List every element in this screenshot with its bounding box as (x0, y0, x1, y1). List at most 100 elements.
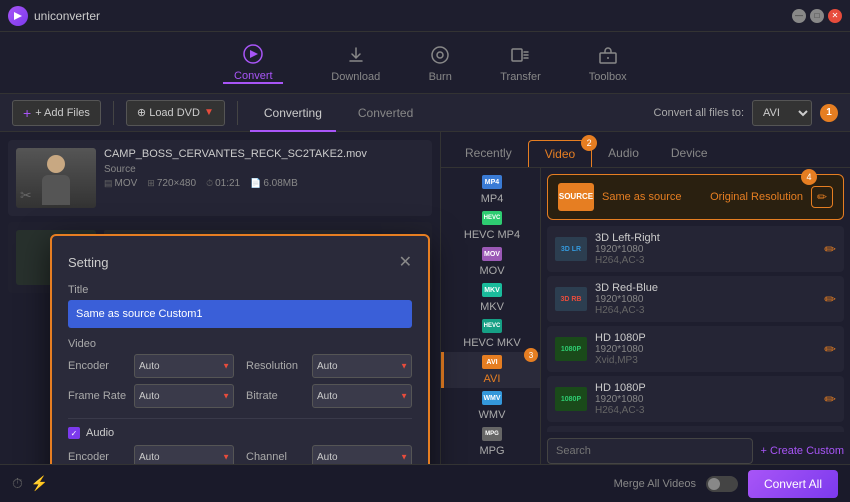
load-dvd-button[interactable]: ⊕ Load DVD ▼ (126, 100, 225, 126)
mp4-icon: MP4 (482, 175, 502, 189)
preset-3d-lr-edit[interactable]: ✏ (824, 241, 836, 258)
audio-checkbox-row: ✓ Audio (68, 427, 412, 439)
search-row: + Create Custom (541, 432, 850, 464)
file-info-1: CAMP_BOSS_CERVANTES_RECK_SC2TAKE2.mov So… (104, 148, 424, 189)
format-mp4[interactable]: MP4 MP4 (441, 172, 540, 208)
mkv-icon: MKV (482, 283, 502, 297)
preset-3d-rb-edit[interactable]: ✏ (824, 291, 836, 308)
toolbar-divider (113, 101, 114, 125)
format-mkv[interactable]: MKV MKV (441, 280, 540, 316)
preset-hd-1080p-h264: 1080P HD 1080P 1920*1080 H264,AC-3 ✏ (547, 376, 844, 422)
nav-download[interactable]: Download (331, 43, 380, 83)
wmv-label: WMV (479, 409, 506, 421)
source-label: Source (104, 164, 424, 175)
format-mov[interactable]: MOV MOV (441, 244, 540, 280)
resolution-row: Resolution Auto ▼ (246, 354, 412, 378)
add-files-button[interactable]: + + Add Files (12, 100, 101, 126)
file-item-1: ✂ CAMP_BOSS_CERVANTES_RECK_SC2TAKE2.mov … (8, 140, 432, 216)
title-controls: — □ ✕ (792, 9, 842, 23)
encoder-select[interactable]: Auto (134, 354, 234, 378)
bottom-bar: ⏱ ⚡ Merge All Videos Convert All (0, 464, 850, 502)
format-tabs: Recently Video 2 Audio Device (441, 132, 850, 168)
divider (68, 418, 412, 419)
channel-select-wrap: Auto ▼ (312, 445, 412, 464)
audio-settings-grid: Encoder Auto ▼ Channel (68, 445, 412, 464)
preset-same-as-source: Same as source (602, 191, 702, 203)
preset-hd-1080p-xvid: 1080P HD 1080P 1920*1080 Xvid,MP3 ✏ (547, 326, 844, 372)
hevc-mp4-label: HEVC MP4 (464, 229, 520, 241)
lightning-icon[interactable]: ⚡ (31, 475, 48, 492)
merge-toggle[interactable] (706, 476, 738, 492)
channel-select[interactable]: Auto (312, 445, 412, 464)
preset-hd-1080p-xvid-edit[interactable]: ✏ (824, 341, 836, 358)
tab-device[interactable]: Device (655, 140, 724, 167)
setting-dialog: Setting ✕ Title Video Encoder (50, 234, 430, 464)
video-settings-grid: Encoder Auto ▼ Resolution (68, 354, 412, 408)
preset-hd-1080p-h264-res: 1920*1080 (595, 394, 816, 405)
tab-audio[interactable]: Audio (592, 140, 655, 167)
preset-hd-1080p-xvid-codec: Xvid,MP3 (595, 355, 816, 366)
tab-converted[interactable]: Converted (344, 94, 427, 132)
hevc-mp4-icon: HEVC (482, 211, 502, 225)
format-avi[interactable]: AVI AVI 3 (441, 352, 540, 388)
3d-rb-icon: 3D RB (555, 287, 587, 311)
create-custom-button[interactable]: + Create Custom (761, 445, 844, 457)
close-button[interactable]: ✕ (828, 9, 842, 23)
file-thumbnail-1: ✂ (16, 148, 96, 208)
search-input[interactable] (547, 438, 753, 464)
nav-transfer[interactable]: Transfer (500, 43, 541, 83)
format-select[interactable]: AVI MP4 MOV MKV (752, 100, 812, 126)
format-hevc-mp4[interactable]: HEVC HEVC MP4 (441, 208, 540, 244)
encoder-row: Encoder Auto ▼ (68, 354, 234, 378)
clock-icon[interactable]: ⏱ (12, 475, 23, 492)
preset-3d-lr-codec: H264,AC-3 (595, 255, 816, 266)
channel-label: Channel (246, 451, 306, 463)
setting-title-section: Title (68, 284, 412, 328)
convert-all-button[interactable]: Convert All (748, 470, 838, 498)
tab-recently[interactable]: Recently (449, 140, 528, 167)
preset-badge-4: 4 (801, 169, 817, 185)
framerate-select[interactable]: Auto (134, 384, 234, 408)
preset-3d-rb-info: 3D Red-Blue 1920*1080 H264,AC-3 (595, 282, 816, 316)
title-input[interactable] (68, 300, 412, 328)
3d-lr-icon: 3D LR (555, 237, 587, 261)
resolution-select[interactable]: Auto (312, 354, 412, 378)
preset-3d-left-right: 3D LR 3D Left-Right 1920*1080 H264,AC-3 … (547, 226, 844, 272)
preset-hd-1080p-h264-codec: H264,AC-3 (595, 405, 816, 416)
setting-close-button[interactable]: ✕ (399, 252, 412, 272)
nav-transfer-label: Transfer (500, 71, 541, 83)
avi-icon: AVI (482, 355, 502, 369)
title-section-label: Title (68, 284, 412, 296)
title-bar: uniconverter — □ ✕ (0, 0, 850, 32)
nav-convert[interactable]: Convert (223, 42, 283, 84)
preset-source-icon: SOURCE (558, 183, 594, 211)
format-hevc-mkv[interactable]: HEVC HEVC MKV (441, 316, 540, 352)
resolution-select-wrap: Auto ▼ (312, 354, 412, 378)
toolbar: + + Add Files ⊕ Load DVD ▼ Converting Co… (0, 94, 850, 132)
preset-3d-rb-res: 1920*1080 (595, 294, 816, 305)
format-wmv[interactable]: WMV WMV (441, 388, 540, 424)
preset-hd-1080p-h264-edit[interactable]: ✏ (824, 391, 836, 408)
nav-toolbox[interactable]: Toolbox (589, 43, 627, 83)
audio-encoder-select-wrap: Auto ▼ (134, 445, 234, 464)
tab-converting[interactable]: Converting (250, 94, 336, 132)
nav-burn[interactable]: Burn (428, 43, 452, 83)
maximize-button[interactable]: □ (810, 9, 824, 23)
minimize-button[interactable]: — (792, 9, 806, 23)
preset-edit-button[interactable]: ✏ (811, 186, 833, 208)
bottom-right: Merge All Videos Convert All (614, 470, 838, 498)
badge-1: 1 (820, 104, 838, 122)
audio-section-label: Audio (86, 427, 114, 439)
person-head (47, 155, 65, 173)
presets-panel: SOURCE Same as source Original Resolutio… (541, 168, 850, 464)
resolution-label: Resolution (246, 360, 306, 372)
toolbox-icon (596, 43, 620, 67)
hd-1080p-h264-icon: 1080P (555, 387, 587, 411)
preset-hd-1080p-xvid-name: HD 1080P (595, 332, 816, 344)
audio-encoder-select[interactable]: Auto (134, 445, 234, 464)
bitrate-select[interactable]: Auto (312, 384, 412, 408)
format-mpg[interactable]: MPG MPG (441, 424, 540, 460)
tab-video[interactable]: Video 2 (528, 140, 592, 167)
person-body (42, 175, 70, 205)
audio-checkbox[interactable]: ✓ (68, 427, 80, 439)
